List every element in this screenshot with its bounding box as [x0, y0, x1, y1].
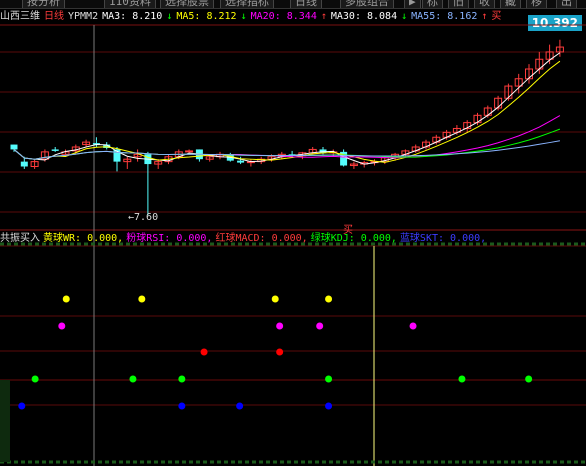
candle-body-up: [185, 150, 194, 153]
candle-body-down: [20, 161, 28, 167]
magenta-signal-ball: [316, 322, 324, 330]
red-signal-ball: [200, 348, 208, 356]
blue-signal-ball: [178, 402, 186, 410]
ma5-line: [13, 60, 561, 163]
green-signal-ball: [31, 375, 39, 383]
red-ball-value: 红球MACD: 0.000,: [215, 233, 308, 244]
blue-signal-ball: [236, 402, 244, 410]
green-signal-ball: [178, 375, 186, 383]
candle-body-down: [10, 144, 18, 150]
yellow-signal-ball: [138, 295, 146, 303]
yellow-ball-value: 黄球WR: 0.000,: [43, 233, 124, 244]
green-ball-value: 绿球KDJ: 0.000,: [310, 233, 397, 244]
magenta-signal-ball: [276, 322, 284, 330]
volume-bar: [0, 380, 10, 462]
magenta-signal-ball: [409, 322, 417, 330]
indicator-info-bar: 共振买入 黄球WR: 0.000, 粉球RSI: 0.000, 红球MACD: 0.0…: [0, 231, 586, 246]
yellow-signal-ball: [325, 295, 333, 303]
green-signal-ball: [525, 375, 533, 383]
green-signal-ball: [458, 375, 466, 383]
candle-body-down: [237, 160, 245, 163]
yellow-signal-ball: [62, 295, 70, 303]
green-signal-ball: [325, 375, 333, 383]
yellow-signal-ball: [271, 295, 279, 303]
candle-body-down: [51, 149, 59, 151]
blue-ball-value: 蓝球SKT: 0.000,: [399, 233, 487, 244]
magenta-signal-ball: [58, 322, 66, 330]
blue-signal-ball: [325, 402, 333, 410]
indicator-title: 共振买入: [0, 233, 40, 244]
green-signal-ball: [129, 375, 137, 383]
magenta-ball-value: 粉球RSI: 0.000,: [126, 233, 213, 244]
red-signal-ball: [276, 348, 284, 356]
low-price-annotation: ←7.60: [128, 212, 159, 223]
blue-signal-ball: [18, 402, 26, 410]
